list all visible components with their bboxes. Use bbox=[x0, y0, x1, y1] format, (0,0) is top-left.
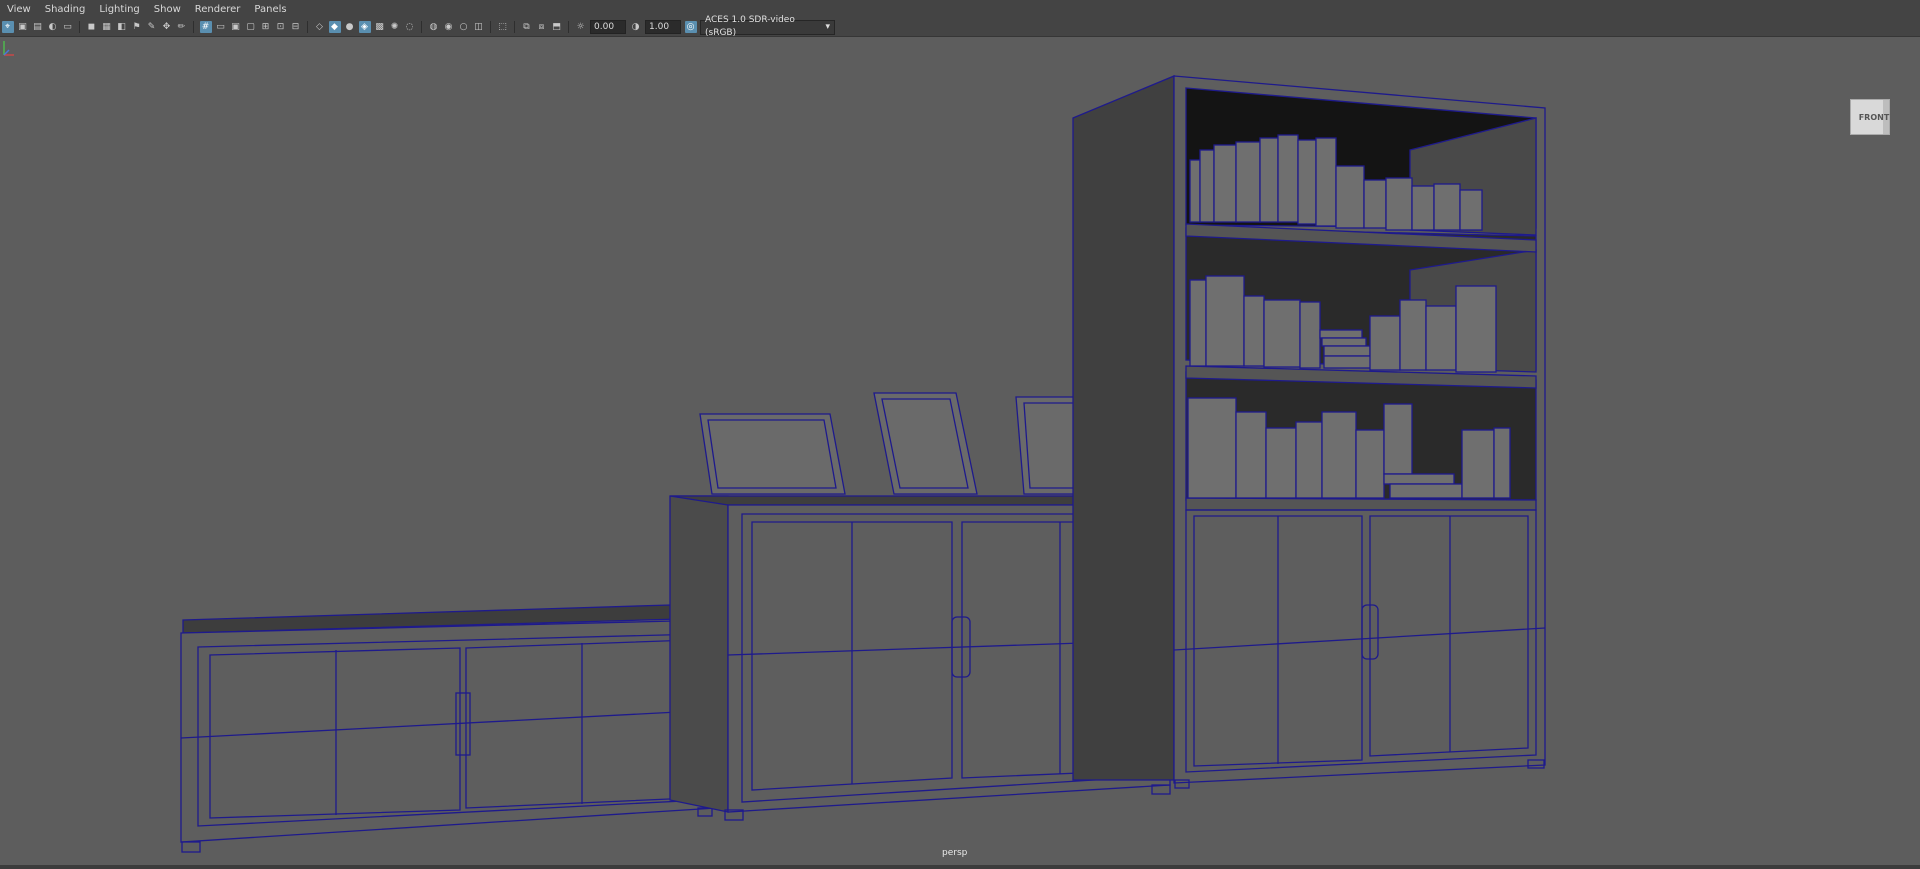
move-icon[interactable]: ✥ bbox=[161, 21, 173, 33]
wireframe-on-shaded-icon[interactable]: ◈ bbox=[358, 21, 371, 33]
picture-frame-1 bbox=[699, 413, 846, 495]
wireframe-icon[interactable]: ◇ bbox=[314, 21, 326, 33]
gate-mask-icon[interactable]: ▢ bbox=[245, 21, 257, 33]
select-camera-icon[interactable]: ⌖ bbox=[1, 21, 14, 33]
panel-bottom-border bbox=[0, 865, 1920, 869]
separator bbox=[490, 21, 491, 33]
separator bbox=[514, 21, 515, 33]
menu-view[interactable]: View bbox=[0, 4, 38, 15]
chevron-down-icon: ▾ bbox=[825, 21, 830, 32]
xray-icon[interactable]: ⧉ bbox=[521, 21, 533, 33]
xray-joints-icon[interactable]: ⧈ bbox=[536, 21, 548, 33]
backface-culling-icon[interactable]: ⬒ bbox=[551, 21, 563, 33]
view-cube-label: FRONT bbox=[1858, 112, 1890, 122]
motion-blur-icon[interactable]: ◉ bbox=[443, 21, 455, 33]
menu-panels[interactable]: Panels bbox=[247, 4, 293, 15]
panel-toolbar: ⌖ ▣ ▤ ◐ ▭ ◼ ▦ ◧ ⚑ ✎ ✥ ✏ # ▭ ▣ ▢ ⊞ ⊡ ⊟ ◇ … bbox=[0, 15, 1920, 38]
separator bbox=[193, 21, 194, 33]
separator bbox=[79, 21, 80, 33]
anti-aliasing-icon[interactable]: ○ bbox=[458, 21, 470, 33]
image-plane-icon[interactable]: ◐ bbox=[47, 21, 59, 33]
safe-action-icon[interactable]: ⊡ bbox=[275, 21, 287, 33]
color-management-icon[interactable]: ◎ bbox=[684, 21, 697, 33]
shadows-icon[interactable]: ◌ bbox=[404, 21, 416, 33]
picture-frame-2 bbox=[873, 392, 978, 495]
ambient-occlusion-icon[interactable]: ◍ bbox=[428, 21, 440, 33]
2d-pan-zoom-icon[interactable]: ▭ bbox=[62, 21, 74, 33]
bookmark-icon[interactable]: ▤ bbox=[32, 21, 44, 33]
pencil-icon[interactable]: ✏ bbox=[176, 21, 188, 33]
depth-of-field-icon[interactable]: ◫ bbox=[473, 21, 485, 33]
grease-pencil-icon[interactable]: ✎ bbox=[146, 21, 158, 33]
view-cube[interactable]: FRONT bbox=[1850, 99, 1890, 135]
film-gate-icon[interactable]: ▭ bbox=[215, 21, 227, 33]
exposure-field[interactable]: 0.00 bbox=[590, 20, 626, 34]
menu-lighting[interactable]: Lighting bbox=[92, 4, 146, 15]
textured-icon[interactable]: ▩ bbox=[374, 21, 386, 33]
separator bbox=[307, 21, 308, 33]
bookmark-flag-icon[interactable]: ⚑ bbox=[131, 21, 143, 33]
menu-renderer[interactable]: Renderer bbox=[188, 4, 248, 15]
default-material-icon[interactable]: ● bbox=[344, 21, 356, 33]
gamma-icon[interactable]: ◑ bbox=[630, 21, 642, 33]
menu-shading[interactable]: Shading bbox=[38, 4, 93, 15]
resolution-gate-icon[interactable]: ▣ bbox=[230, 21, 242, 33]
lights-icon[interactable]: ✺ bbox=[389, 21, 401, 33]
menu-show[interactable]: Show bbox=[147, 4, 188, 15]
scene-wireframe bbox=[180, 75, 1546, 853]
safe-title-icon[interactable]: ⊟ bbox=[290, 21, 302, 33]
camera-label: persp bbox=[942, 848, 968, 858]
shelf-3 bbox=[1185, 497, 1537, 511]
gamma-field[interactable]: 1.00 bbox=[645, 20, 681, 34]
snapshot-icon[interactable]: ◧ bbox=[116, 21, 128, 33]
isolate-select-icon[interactable]: ⬚ bbox=[497, 21, 509, 33]
field-chart-icon[interactable]: ⊞ bbox=[260, 21, 272, 33]
middle-cabinet-side bbox=[669, 495, 729, 813]
smooth-shade-icon[interactable]: ◆ bbox=[328, 21, 341, 33]
axis-gizmo-icon bbox=[3, 41, 14, 56]
bookcase-side bbox=[1072, 75, 1175, 781]
camera-sequence-icon[interactable]: ▦ bbox=[101, 21, 113, 33]
color-space-dropdown[interactable]: ACES 1.0 SDR-video (sRGB) ▾ bbox=[700, 15, 835, 38]
grid-icon[interactable]: # bbox=[199, 21, 212, 33]
menu-bar: View Shading Lighting Show Renderer Pane… bbox=[0, 0, 1920, 18]
3d-viewport[interactable]: FRONT bbox=[0, 37, 1920, 869]
separator bbox=[421, 21, 422, 33]
camera-icon[interactable]: ◼ bbox=[86, 21, 98, 33]
exposure-icon[interactable]: ☼ bbox=[575, 21, 587, 33]
separator bbox=[568, 21, 569, 33]
camera-attributes-icon[interactable]: ▣ bbox=[17, 21, 29, 33]
